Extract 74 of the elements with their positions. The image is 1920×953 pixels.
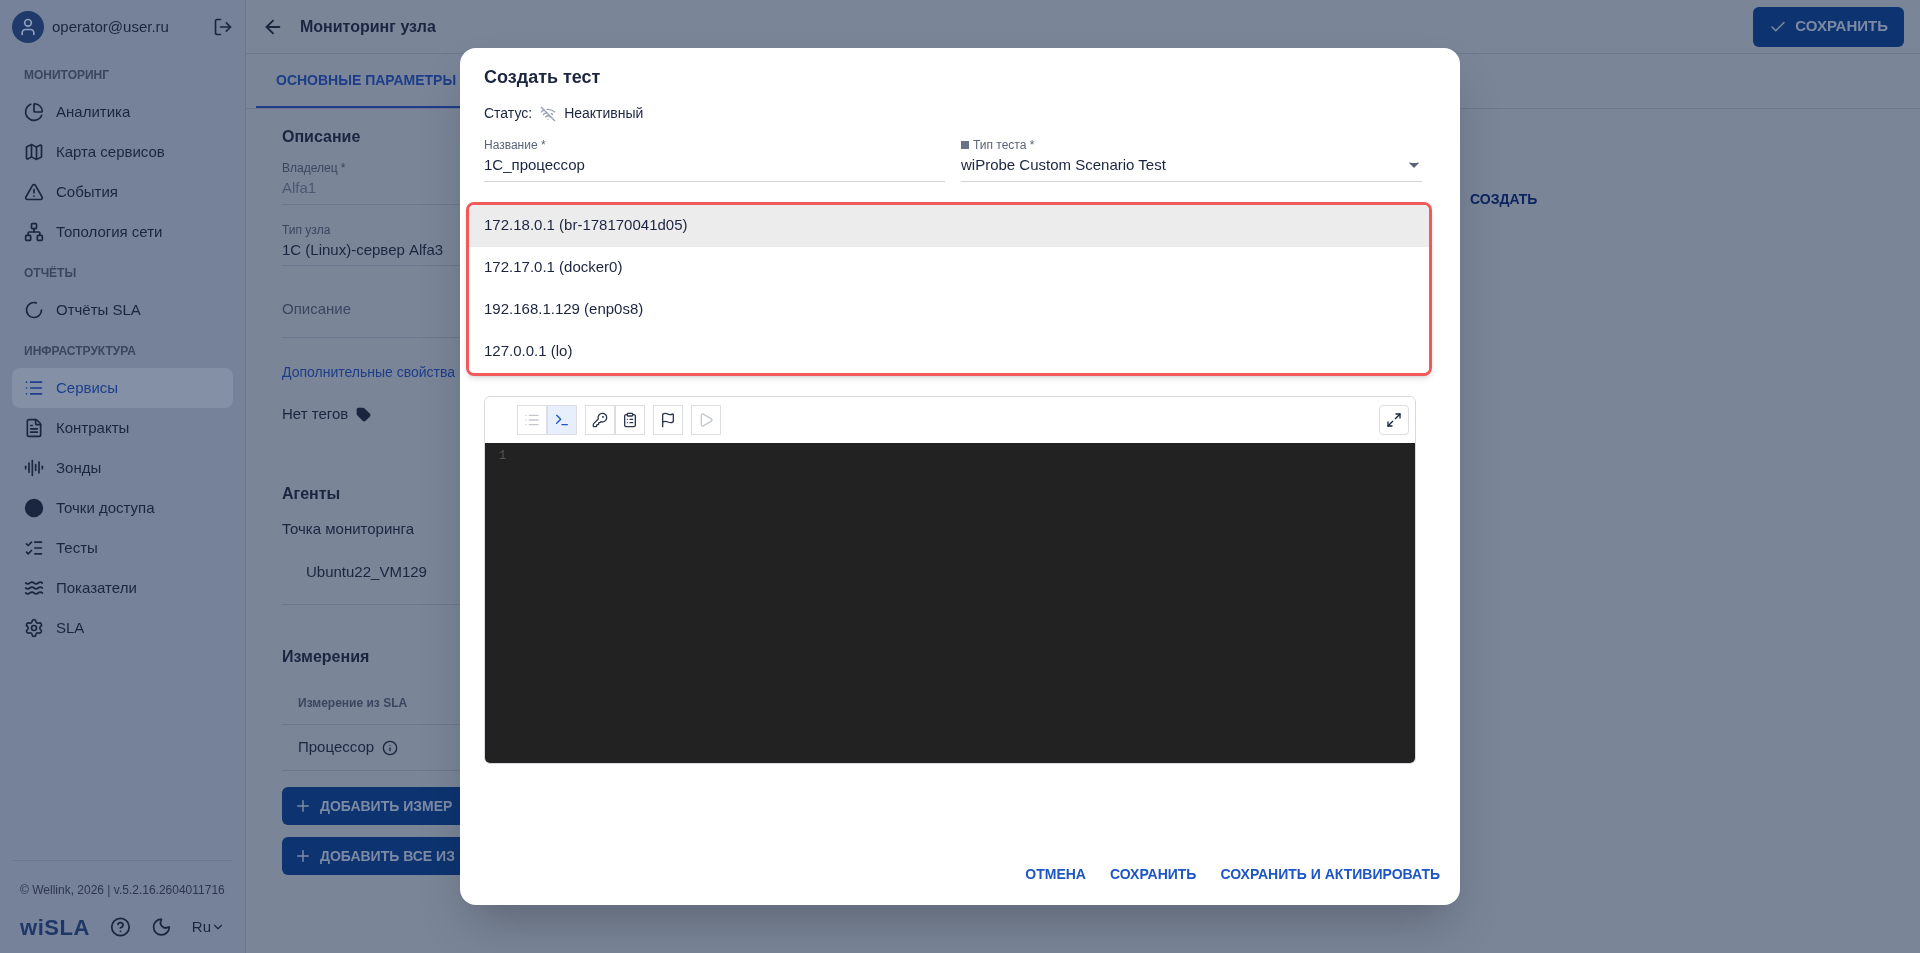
status-label: Статус: [484, 104, 533, 123]
user-email: operator@user.ru [52, 16, 170, 37]
tag-icon[interactable] [356, 406, 372, 422]
section-title: Описание [282, 127, 361, 147]
section-title: МОНИТОРИНГ [23, 67, 111, 84]
wave-icon [24, 458, 44, 478]
sidebar-item[interactable]: Отчёты SLA [12, 290, 233, 330]
field-label: Владелец * [282, 160, 346, 177]
warning-icon [24, 182, 44, 202]
sidebar-item[interactable]: События [12, 172, 233, 212]
language-select[interactable]: Ru [191, 915, 225, 939]
dropdown-option[interactable]: 172.17.0.1 (docker0) [469, 246, 1429, 289]
section-title: Измерения [282, 647, 370, 667]
tags-text: Нет тегов [282, 404, 349, 424]
dialog-button[interactable]: СОХРАНИТЬ [1109, 864, 1197, 885]
sidebar-item[interactable]: Сервисы [12, 368, 233, 408]
lines-icon [24, 578, 44, 598]
create-link[interactable]: СОЗДАТЬ [1470, 191, 1538, 207]
pie-icon [24, 102, 44, 122]
field-label: Точка мониторинга [282, 518, 415, 539]
fullscreen-icon[interactable] [1379, 404, 1409, 435]
logout-icon[interactable] [213, 17, 233, 37]
dropdown-option[interactable]: 127.0.0.1 (lo) [469, 330, 1429, 373]
list-icon [24, 378, 44, 398]
column-header: Измерение из SLA [298, 694, 408, 712]
field-value: 1C (Linux)-сервер Alfa3 [282, 239, 444, 260]
section-title: ОТЧЁТЫ [23, 265, 78, 282]
copyright-text: © Wellink, 2026 | v.5.2.16.2604011716 [19, 883, 226, 897]
dot-icon [24, 498, 44, 518]
info-icon[interactable] [382, 739, 399, 756]
sidebar-item[interactable]: Контракты [12, 408, 233, 448]
clipboard-icon[interactable] [615, 404, 645, 435]
logo: wiSLA [20, 913, 90, 942]
help-icon[interactable] [110, 916, 131, 938]
plus-icon [294, 847, 312, 865]
moon-icon[interactable] [150, 916, 172, 938]
section-title: ИНФРАСТРУКТУРА [23, 343, 137, 360]
checklist-icon [24, 538, 44, 558]
plus-icon [294, 797, 312, 815]
agent-name: Ubuntu22_VM129 [306, 563, 427, 580]
avatar-icon [12, 11, 44, 43]
terminal-icon[interactable] [547, 404, 577, 435]
save-button[interactable]: СОХРАНИТЬ [1753, 6, 1904, 47]
sidebar-item[interactable]: Точки доступа [12, 488, 233, 528]
extra-properties-link[interactable]: Дополнительные свойства [282, 362, 456, 383]
field-label: Тип узла [282, 221, 331, 239]
ring-icon [24, 300, 44, 320]
description-field[interactable]: Описание [282, 298, 352, 321]
topology-icon [24, 222, 44, 242]
table-cell-text: Процессор [298, 737, 375, 758]
flag-icon[interactable] [653, 404, 683, 435]
sidebar-item[interactable]: Показатели [12, 568, 233, 608]
square-icon [961, 141, 969, 149]
sidebar-item[interactable]: Тесты [12, 528, 233, 568]
map-icon [24, 142, 44, 162]
key-icon[interactable] [585, 404, 615, 435]
sidebar-item[interactable]: Карта сервисов [12, 132, 233, 172]
name-field[interactable]: Название * 1C_процессор [484, 136, 945, 182]
section-title: Агенты [282, 483, 341, 504]
sidebar-item[interactable]: Топология сети [12, 212, 233, 252]
sidebar-item[interactable]: SLA [12, 608, 233, 648]
dialog-button[interactable]: ОТМЕНА [1025, 864, 1086, 885]
test-type-select[interactable]: Тип теста * wiProbe Custom Scenario Test [961, 136, 1422, 182]
dialog-button[interactable]: СОХРАНИТЬ И АКТИВИРОВАТЬ [1220, 864, 1440, 885]
sidebar-item[interactable]: Аналитика [12, 92, 233, 132]
dropdown-option[interactable]: 172.18.0.1 (br-178170041d05) [469, 204, 1429, 247]
sidebar-item[interactable]: Зонды [12, 448, 233, 488]
dialog-title: Создать тест [484, 66, 602, 89]
dropdown-option[interactable]: 192.168.1.129 (enp0s8) [469, 288, 1429, 331]
status-value: Неактивный [564, 104, 644, 123]
page-title: Мониторинг узла [300, 16, 437, 37]
document-icon [24, 418, 44, 438]
gear-icon [24, 618, 44, 638]
inactive-status-icon [540, 105, 557, 122]
